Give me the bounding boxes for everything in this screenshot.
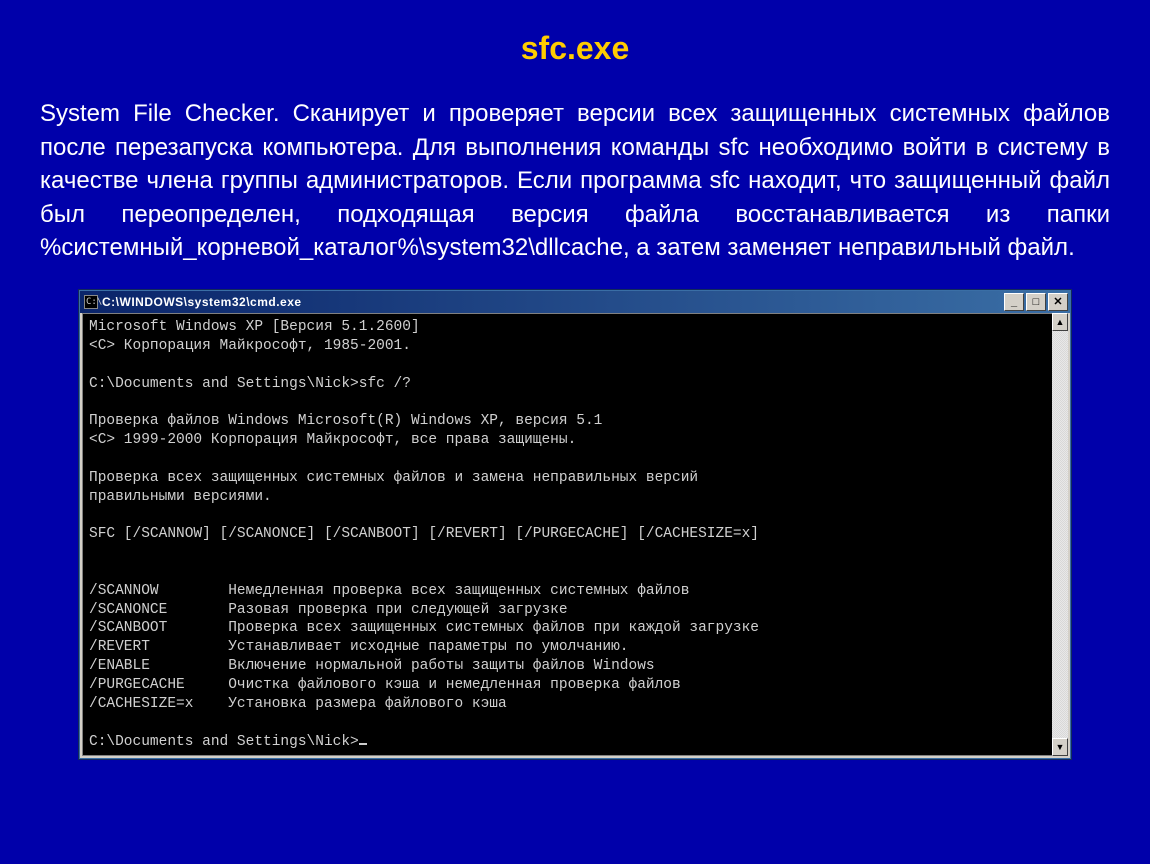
close-button[interactable]: ✕	[1048, 293, 1068, 311]
description-text: System File Checker. Сканирует и проверя…	[40, 97, 1110, 265]
cmd-icon: C:\	[84, 295, 98, 309]
cmd-window: C:\ C:\WINDOWS\system32\cmd.exe _ □ ✕ Mi…	[79, 290, 1071, 759]
cmd-output[interactable]: Microsoft Windows XP [Версия 5.1.2600] <…	[82, 313, 1052, 756]
titlebar[interactable]: C:\ C:\WINDOWS\system32\cmd.exe _ □ ✕	[80, 291, 1070, 313]
scroll-up-button[interactable]: ▲	[1052, 313, 1068, 331]
page-title: sfc.exe	[40, 30, 1110, 67]
scroll-down-button[interactable]: ▼	[1052, 738, 1068, 756]
window-controls: _ □ ✕	[1004, 293, 1068, 311]
cursor	[359, 743, 367, 745]
maximize-button[interactable]: □	[1026, 293, 1046, 311]
window-title-text: C:\WINDOWS\system32\cmd.exe	[102, 295, 1004, 309]
minimize-button[interactable]: _	[1004, 293, 1024, 311]
slide: sfc.exe System File Checker. Сканирует и…	[0, 0, 1150, 789]
vertical-scrollbar[interactable]: ▲ ▼	[1052, 313, 1068, 756]
scroll-track[interactable]	[1052, 331, 1068, 738]
cmd-client-area: Microsoft Windows XP [Версия 5.1.2600] <…	[80, 313, 1070, 758]
